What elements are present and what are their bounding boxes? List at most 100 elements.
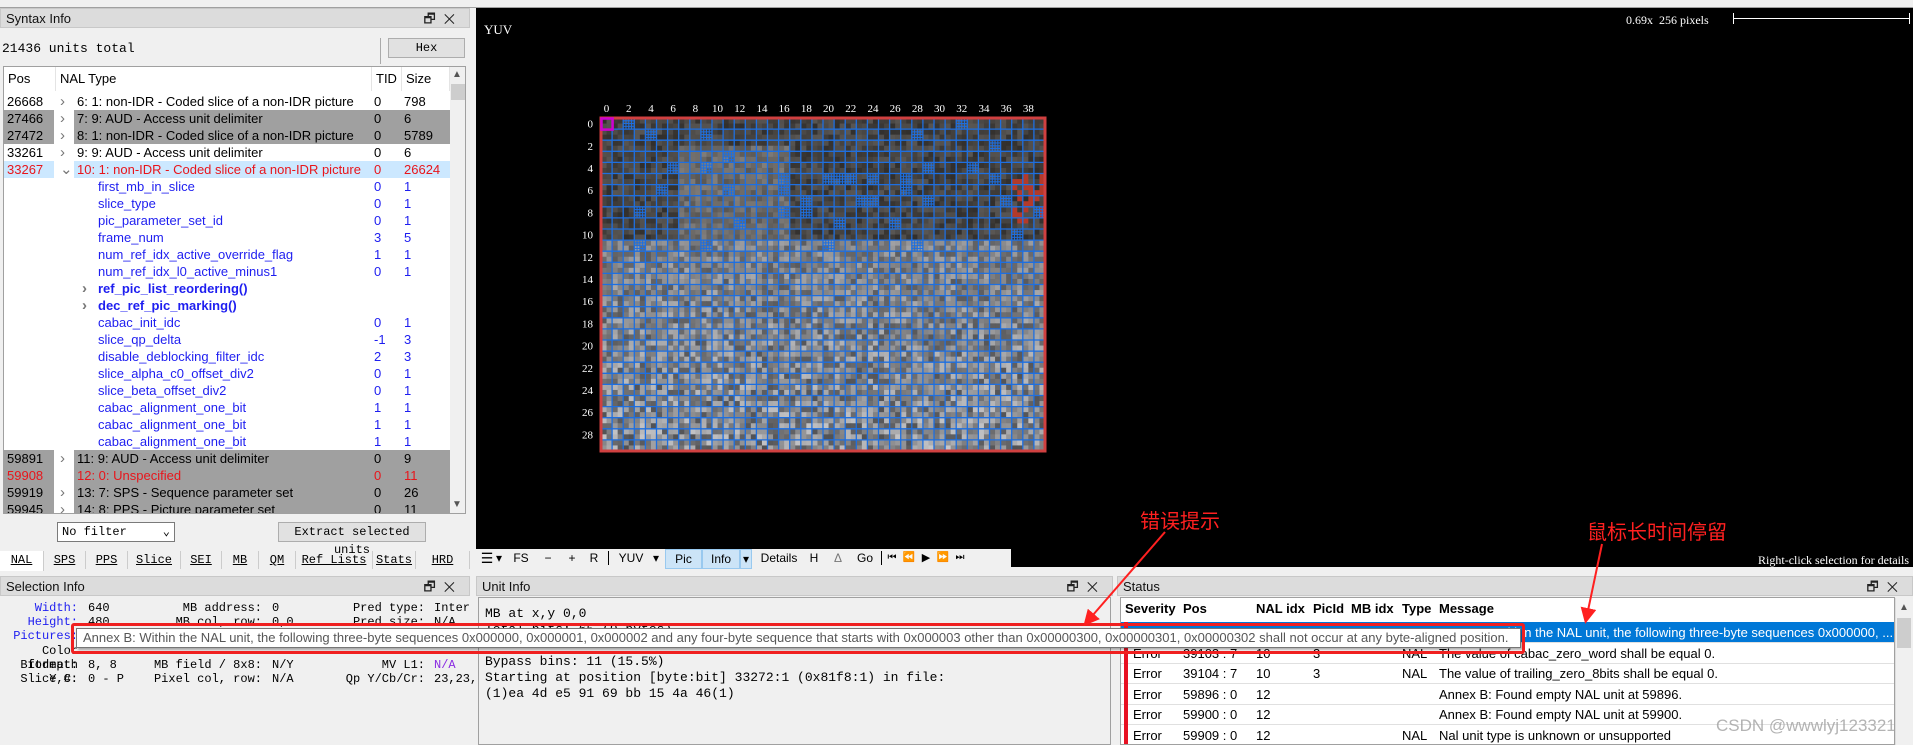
pixel-block [778,362,785,369]
pixel-block [900,417,907,424]
tab-qm[interactable]: QM [259,551,296,569]
chevron-down-icon[interactable]: ⌄ [60,161,73,178]
nal-tree-row[interactable]: cabac_alignment_one_bit 1 1 [4,433,450,450]
pixel-block [878,406,885,413]
pixel-block [834,195,841,202]
scroll-down-icon[interactable]: ▼ [452,499,462,510]
extract-button[interactable]: Extract selected units [278,522,426,557]
nal-tree-row[interactable]: 27472 › 8: 1: non-IDR - Coded slice of a n… [4,127,450,144]
col-tid[interactable]: TID [372,67,402,91]
scroll-thumb[interactable] [451,84,465,100]
nal-tree-row[interactable]: 26668 › 6: 1: non-IDR - Coded slice of a n… [4,93,450,110]
pixel-block [934,328,941,335]
pixel-block [989,217,996,224]
row-pos [4,365,54,382]
tab-ref-lists[interactable]: Ref Lists [296,551,373,569]
pixel-block [934,262,941,269]
chevron-right-icon[interactable]: › [60,127,65,144]
pixel-block [1033,428,1040,435]
close-icon[interactable]: ✕ [444,11,463,26]
nal-tree-row[interactable]: 59919 › 13: 7: SPS - Sequence parameter se… [4,484,450,501]
nal-tree-row[interactable]: disable_deblocking_filter_idc 2 3 [4,348,450,365]
nal-tree-row[interactable]: slice_beta_offset_div2 0 1 [4,382,450,399]
nal-tree-row[interactable]: 59891 › 11: 9: AUD - Access unit delimiter… [4,450,450,467]
tab-pps[interactable]: PPS [86,551,128,569]
nal-tree-row[interactable]: slice_qp_delta -1 3 [4,331,450,348]
syntax-scrollbar[interactable]: ▲ ▼ [450,67,465,513]
nal-tree-row[interactable]: 59945 › 14: 8: PPS - Picture parameter set… [4,501,450,513]
pixel-block [612,362,619,369]
nal-tree-row[interactable]: slice_type 0 1 [4,195,450,212]
pixel-block [811,351,818,358]
video-view[interactable]: YUV 0.69x 256 pixels Right-click selecti… [476,8,1913,567]
tab-nal[interactable]: NAL [0,551,44,571]
nal-tree-row[interactable]: cabac_alignment_one_bit 1 1 [4,399,450,416]
tab-sps[interactable]: SPS [44,551,86,569]
pixel-block [1000,395,1007,402]
nal-tree-row[interactable]: slice_alpha_c0_offset_div2 0 1 [4,365,450,382]
pixel-block [756,384,763,391]
nal-tree-row[interactable]: › ref_pic_list_reordering() [4,280,450,297]
chevron-right-icon[interactable]: › [82,297,87,314]
pixel-block [934,439,941,446]
picture-canvas[interactable]: 0 2 4 6 8 10 12 14 16 18 20 22 24 26 28 30 32 34 36 3802468… [476,8,1913,567]
tab-stats[interactable]: Stats [373,551,416,569]
row-pos [4,212,54,229]
nal-tree-row[interactable]: pic_parameter_set_id 0 1 [4,212,450,229]
tab-hrd[interactable]: HRD [416,551,470,569]
pixel-block [734,240,741,247]
pixel-block [956,439,963,446]
pixel-block [667,129,674,136]
pixel-block [811,195,818,202]
pixel-block [934,395,941,402]
pixel-block [778,406,785,413]
chevron-right-icon[interactable]: › [60,93,65,110]
chevron-right-icon[interactable]: › [60,484,65,501]
pixel-block [922,240,929,247]
float-icon[interactable]: 🗗 [424,11,444,26]
nal-tree-row[interactable]: cabac_init_idc 0 1 [4,314,450,331]
pixel-block [823,439,830,446]
chevron-right-icon[interactable]: › [60,110,65,127]
pixel-block [911,384,918,391]
tab-slice[interactable]: Slice [128,551,181,569]
nal-tree-row[interactable]: num_ref_idx_active_override_flag 1 1 [4,246,450,263]
pixel-block [856,273,863,280]
nal-tree-row[interactable]: first_mb_in_slice 0 1 [4,178,450,195]
nal-tree-row[interactable]: 59908 12: 0: Unspecified 0 11 [4,467,450,484]
filter-select[interactable]: No filter ⌄ [57,522,175,542]
pixel-block [922,140,929,147]
nal-tree-row[interactable]: 33261 › 9: 9: AUD - Access unit delimiter 0… [4,144,450,161]
pixel-block [700,284,707,291]
nal-tree-row[interactable]: 33267 ⌄ 10: 1: non-IDR - Coded slice of a … [4,161,450,178]
chevron-right-icon[interactable]: › [60,144,65,161]
pixel-block [811,406,818,413]
nal-tree-row[interactable]: cabac_alignment_one_bit 1 1 [4,416,450,433]
pixel-block [823,395,830,402]
col-nal-type[interactable]: NAL Type [56,67,372,91]
nal-tree-row[interactable]: 27466 › 7: 9: AUD - Access unit delimiter 0… [4,110,450,127]
pixel-block [967,262,974,269]
chevron-right-icon[interactable]: › [60,450,65,467]
scroll-up-icon[interactable]: ▲ [452,69,462,80]
nal-tree[interactable]: Pos NAL Type TID Size 26668 › 6: 1: non-ID… [3,66,466,514]
pixel-block [878,273,885,280]
pixel-block [956,217,963,224]
row-pos: 59908 [4,467,54,484]
pixel-block [845,206,852,213]
nal-tree-row[interactable]: frame_num 3 5 [4,229,450,246]
nal-tree-row[interactable]: num_ref_idx_l0_active_minus1 0 1 [4,263,450,280]
hex-button[interactable]: Hex [388,38,465,58]
pixel-block [800,373,807,380]
nal-tree-row[interactable]: › dec_ref_pic_marking() [4,297,450,314]
chevron-right-icon[interactable]: › [60,501,65,513]
col-pos[interactable]: Pos [4,67,56,91]
tab-sei[interactable]: SEI [181,551,222,569]
pixel-block [689,417,696,424]
pixel-block [878,251,885,258]
chevron-right-icon[interactable]: › [82,280,87,297]
pixel-block [1000,229,1007,236]
col-size[interactable]: Size [402,67,450,91]
tab-mb[interactable]: MB [222,551,259,569]
pixel-block [678,317,685,324]
